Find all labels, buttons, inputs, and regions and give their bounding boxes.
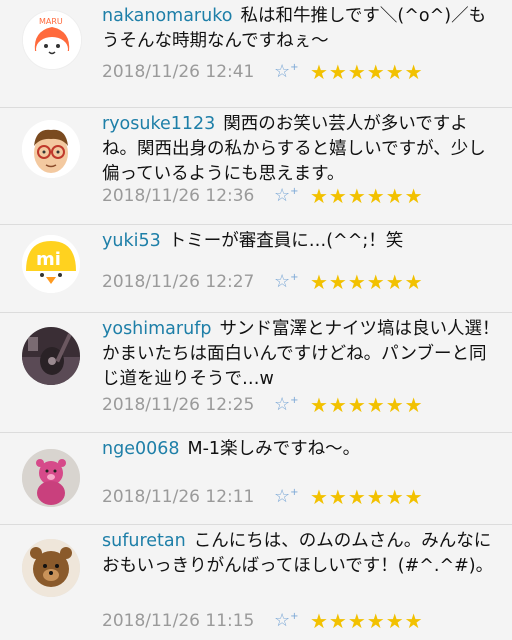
comment-text: yoshimarufp サンド富澤とナイツ塙は良い人選！かまいたちは面白いんですけ… [102, 317, 502, 392]
svg-text:mi: mi [36, 249, 61, 270]
comment-username[interactable]: ryosuke1123 [102, 114, 215, 134]
comment-text: nge0068 M-1楽しみですね〜。 [102, 437, 502, 462]
star-rating: ★★★★★★ [310, 393, 424, 417]
comment-item: ryosuke1123 関西のお笑い芸人が多いですよね。関西出身の私からすると嬉し… [0, 108, 512, 225]
star-rating: ★★★★★★ [310, 609, 424, 633]
comment-username[interactable]: nge0068 [102, 439, 180, 459]
comment-timestamp: 2018/11/26 12:11 [102, 487, 255, 507]
comment-timestamp: 2018/11/26 12:27 [102, 272, 255, 292]
comment-text: ryosuke1123 関西のお笑い芸人が多いですよね。関西出身の私からすると嬉し… [102, 112, 502, 187]
comment-item: sufuretan こんにちは、のムのムさん。みんなにおもいっきりがんばってほしい… [0, 525, 512, 640]
comment-text: yuki53 トミーが審査員に…(^^;！笑 [102, 229, 502, 254]
comment-text: sufuretan こんにちは、のムのムさん。みんなにおもいっきりがんばってほしい… [102, 529, 502, 579]
comment-text: nakanomaruko 私は和牛推しです＼(^o^)／もうそんな時期なんですねぇ… [102, 4, 502, 54]
add-star-icon[interactable]: ☆+ [274, 394, 310, 415]
comment-username[interactable]: nakanomaruko [102, 6, 232, 26]
star-rating: ★★★★★★ [310, 184, 424, 208]
star-rating: ★★★★★★ [310, 485, 424, 509]
add-star-icon[interactable]: ☆+ [274, 486, 310, 507]
pink-bear-toy-avatar[interactable] [22, 449, 80, 507]
maru-character-avatar[interactable]: MARU [22, 10, 82, 70]
teddy-bear-avatar[interactable] [22, 539, 80, 597]
comment-timestamp: 2018/11/26 11:15 [102, 611, 255, 631]
comment-username[interactable]: yuki53 [102, 231, 161, 251]
star-rating: ★★★★★★ [310, 270, 424, 294]
glasses-man-avatar[interactable] [22, 120, 80, 178]
comment-body: M-1楽しみですね〜。 [187, 439, 361, 459]
guitar-photo-avatar[interactable] [22, 327, 80, 385]
mi-chick-avatar[interactable]: mi [22, 235, 80, 293]
comment-username[interactable]: yoshimarufp [102, 319, 211, 339]
comment-timestamp: 2018/11/26 12:25 [102, 395, 255, 415]
add-star-icon[interactable]: ☆+ [274, 610, 310, 631]
comment-item: yoshimarufp サンド富澤とナイツ塙は良い人選！かまいたちは面白いんですけ… [0, 313, 512, 433]
svg-text:MARU: MARU [39, 17, 63, 26]
comment-item: nge0068 M-1楽しみですね〜。 2018/11/26 12:11 ☆+ ★… [0, 433, 512, 525]
comment-body: トミーが審査員に…(^^;！笑 [168, 231, 404, 251]
add-star-icon[interactable]: ☆+ [274, 61, 310, 82]
comment-username[interactable]: sufuretan [102, 531, 186, 551]
add-star-icon[interactable]: ☆+ [274, 185, 310, 206]
star-rating: ★★★★★★ [310, 60, 424, 84]
add-star-icon[interactable]: ☆+ [274, 271, 310, 292]
comment-item: MARU nakanomaruko 私は和牛推しです＼(^o^)／もうそんな時期な… [0, 0, 512, 108]
comment-timestamp: 2018/11/26 12:36 [102, 186, 255, 206]
comment-timestamp: 2018/11/26 12:41 [102, 62, 255, 82]
comment-list: MARU nakanomaruko 私は和牛推しです＼(^o^)／もうそんな時期な… [0, 0, 512, 640]
comment-item: mi yuki53 トミーが審査員に…(^^;！笑 2018/11/26 12:2… [0, 225, 512, 313]
